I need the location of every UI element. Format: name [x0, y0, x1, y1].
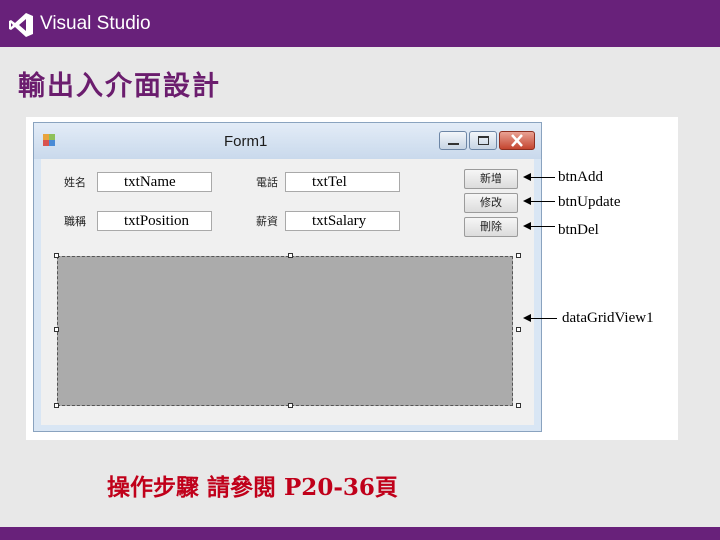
position-textbox[interactable]: txtPosition	[97, 211, 212, 231]
salary-textbox[interactable]: txtSalary	[285, 211, 400, 231]
update-button[interactable]: 修改	[464, 193, 518, 213]
form-icon	[43, 134, 55, 146]
resize-handle[interactable]	[54, 253, 59, 258]
name-textbox[interactable]: txtName	[97, 172, 212, 192]
btn-add-callout: btnAdd	[558, 169, 603, 185]
data-grid-view[interactable]	[57, 256, 513, 406]
tel-label: 電話	[256, 176, 278, 189]
instruction-note: 操作步驟 請參閱 P20-36頁	[107, 474, 398, 501]
resize-handle[interactable]	[516, 253, 521, 258]
resize-handle[interactable]	[516, 403, 521, 408]
btn-update-callout: btnUpdate	[558, 194, 621, 210]
slide-title: 輸出入介面設計	[18, 71, 221, 102]
add-button[interactable]: 新增	[464, 169, 518, 189]
position-label: 職稱	[64, 215, 86, 228]
tel-textbox[interactable]: txtTel	[285, 172, 400, 192]
visual-studio-header: Visual Studio	[0, 0, 720, 47]
bottom-accent-bar	[0, 527, 720, 540]
arrow-icon	[523, 314, 531, 322]
brand-name: Visual Studio	[40, 13, 151, 34]
btn-del-callout: btnDel	[558, 222, 599, 238]
name-label: 姓名	[64, 176, 86, 189]
resize-handle[interactable]	[288, 253, 293, 258]
close-icon	[511, 134, 523, 147]
arrow-icon	[523, 222, 531, 230]
callout-line	[531, 318, 557, 319]
arrow-icon	[523, 173, 531, 181]
callout-line	[531, 226, 555, 227]
close-button[interactable]	[499, 131, 535, 150]
resize-handle[interactable]	[288, 403, 293, 408]
callout-line	[531, 177, 555, 178]
callout-line	[531, 201, 555, 202]
delete-button[interactable]: 刪除	[464, 217, 518, 237]
minimize-button[interactable]	[439, 131, 467, 150]
form-titlebar: Form1	[34, 123, 541, 159]
form-title: Form1	[224, 133, 268, 150]
resize-handle[interactable]	[54, 403, 59, 408]
resize-handle[interactable]	[516, 327, 521, 332]
grid-callout: dataGridView1	[562, 310, 654, 326]
salary-label: 薪資	[256, 215, 278, 228]
maximize-button[interactable]	[469, 131, 497, 150]
arrow-icon	[523, 197, 531, 205]
designer-screenshot-panel: Form1 姓名 txtName 電話 txtTel 職稱 txtPositio…	[26, 117, 678, 440]
resize-handle[interactable]	[54, 327, 59, 332]
visual-studio-logo-icon	[9, 13, 33, 37]
